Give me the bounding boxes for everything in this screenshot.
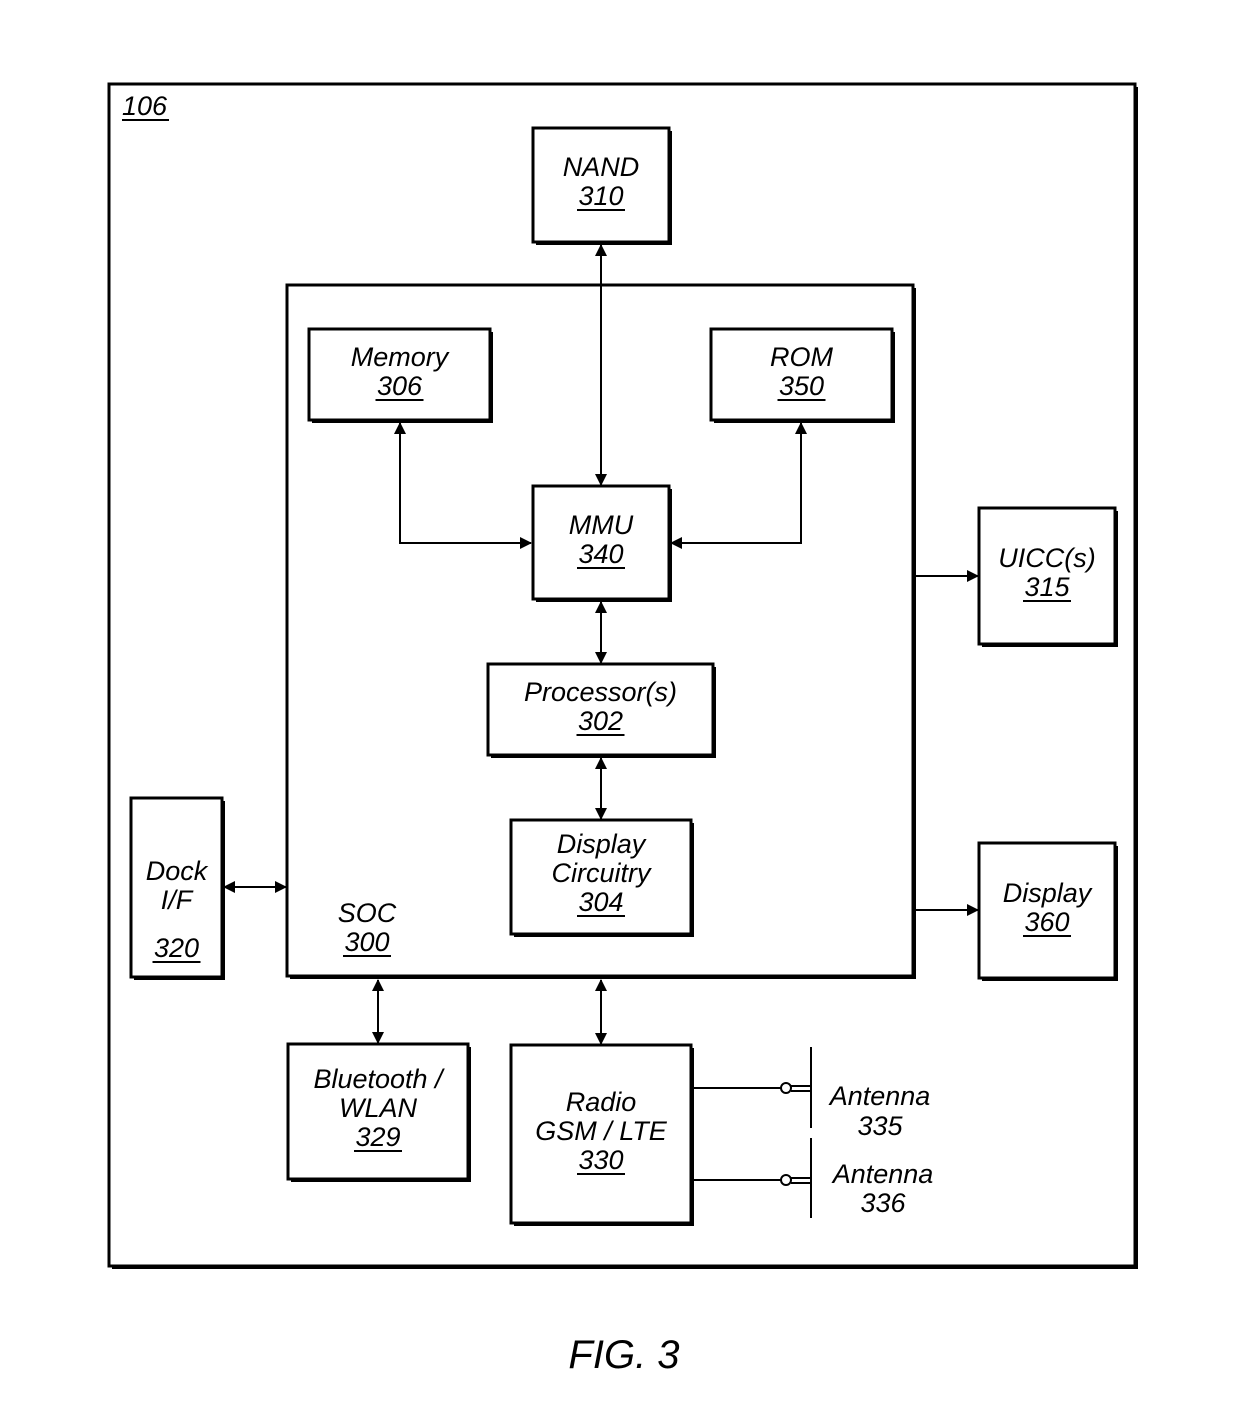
block-label: Dock (146, 856, 209, 886)
block-ref: 320 (154, 933, 199, 963)
block-label: MMU (569, 510, 634, 540)
block-ref: 302 (578, 706, 623, 736)
block-dock: DockI/F 320 (129, 796, 225, 980)
block-label: Bluetooth / (313, 1064, 445, 1094)
antenna-336-ref: 336 (860, 1188, 906, 1218)
block-label: Processor(s) (524, 677, 677, 707)
block-processor: Processor(s)302 (486, 662, 716, 758)
block-rom: ROM350 (709, 327, 895, 423)
soc-ref: 300 (344, 927, 389, 957)
block-display-circuitry: DisplayCircuitry304 (509, 818, 694, 937)
block-ref: 315 (1024, 572, 1070, 602)
antenna-335-label: Antenna (828, 1081, 931, 1111)
block-ref: 360 (1024, 907, 1069, 937)
block-label: I/F (161, 885, 194, 915)
block-memory: Memory306 (307, 327, 493, 423)
block-label: NAND (563, 152, 640, 182)
block-ref: 329 (355, 1122, 400, 1152)
figure-caption: FIG. 3 (568, 1333, 679, 1377)
block-label: WLAN (339, 1093, 418, 1123)
block-diagram: 106 SOC 300 NAND310 Memory306 ROM350 MMU340… (107, 82, 1138, 1377)
block-label: Memory (351, 342, 450, 372)
block-label: UICC(s) (998, 543, 1095, 573)
antenna-335-ref: 335 (857, 1111, 903, 1141)
block-label: Display (557, 829, 647, 859)
block-ref: 330 (578, 1145, 623, 1175)
block-label: Circuitry (552, 858, 652, 888)
block-label: GSM / LTE (535, 1116, 668, 1146)
block-uicc: UICC(s)315 (977, 506, 1118, 647)
soc-name: SOC (338, 898, 397, 928)
block-bluetooth: Bluetooth /WLAN329 (286, 1042, 471, 1182)
block-label: Display (1003, 878, 1093, 908)
antenna-336-terminal (780, 1174, 792, 1186)
block-display: Display360 (977, 841, 1118, 981)
block-label: Radio (566, 1087, 637, 1117)
block-ref: 310 (578, 181, 623, 211)
block-ref: 340 (578, 539, 623, 569)
block-mmu: MMU340 (531, 484, 672, 602)
antenna-336-label: Antenna (831, 1159, 934, 1189)
block-ref: 350 (779, 371, 824, 401)
antenna-335-terminal (780, 1082, 792, 1094)
block-ref: 304 (578, 887, 623, 917)
block-radio: RadioGSM / LTE330 (509, 1043, 694, 1226)
block-ref: 306 (377, 371, 423, 401)
block-label: ROM (770, 342, 834, 372)
device-ref-label: 106 (122, 91, 168, 121)
block-nand: NAND310 (531, 126, 672, 245)
